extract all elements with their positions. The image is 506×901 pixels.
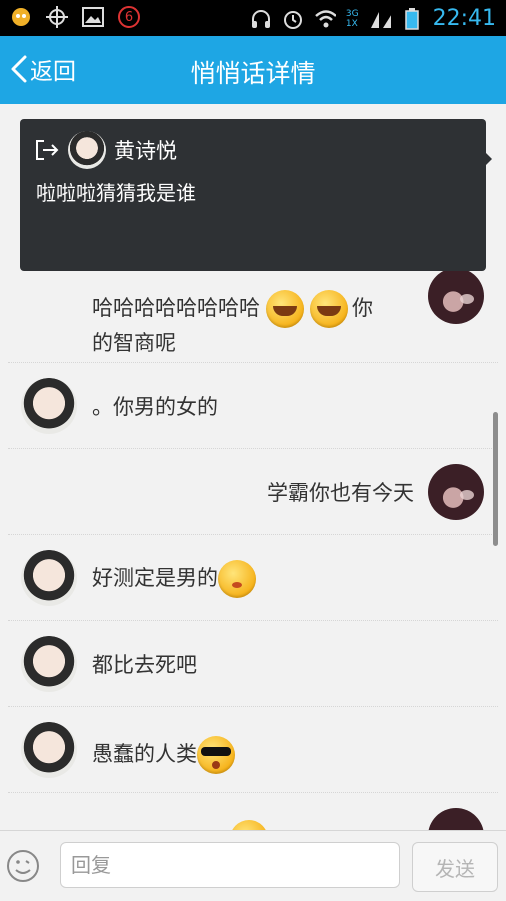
crying-laughing-emoji-icon [310,290,348,328]
wifi-icon [314,8,336,30]
message-row[interactable]: 愚蠢的人类 [8,708,498,793]
notification-badge: 6 [118,6,140,28]
app-header: 返回 悄悄话详情 [0,36,506,104]
whisper-message: 啦啦啦猜猜我是谁 [36,181,196,205]
avatar[interactable] [21,378,77,434]
network-indicator: 3G 1X [345,8,359,29]
composer-bar: 发送 [0,830,506,901]
sender-avatar [68,131,106,169]
status-bar: 6 3G 1X 22:41 [0,0,506,36]
message-row[interactable]: 。你男的女的 [8,364,498,449]
message-row[interactable]: 学霸你也有今天 [8,450,498,535]
message-row[interactable] [8,794,498,830]
avatar[interactable] [21,636,77,692]
signal-icon [369,8,391,30]
page-title: 悄悄话详情 [190,59,316,88]
emoji-icon [230,820,268,830]
exit-icon [36,140,59,160]
message-text: 都比去死吧 [92,653,197,677]
message-row[interactable]: 好测定是男的 [8,536,498,621]
alarm-icon [282,8,304,30]
message-text: 。你男的女的 [92,395,218,419]
app-icon [10,6,32,28]
message-text: 愚蠢的人类 [92,736,235,774]
message-text: 哈哈哈哈哈哈哈哈你 的智商呢 [92,290,412,358]
battery-icon [401,7,423,30]
sender-name: 黄诗悦 [114,139,177,163]
kiss-emoji-icon [218,560,256,598]
clock: 22:41 [432,6,496,31]
crying-laughing-emoji-icon [266,290,304,328]
avatar[interactable] [21,722,77,778]
message-text: 好测定是男的 [92,560,256,598]
headset-icon [250,8,272,30]
gallery-icon [82,6,104,28]
reply-input[interactable] [60,842,400,888]
location-icon [46,6,68,28]
avatar[interactable] [428,464,484,520]
avatar[interactable] [428,268,484,324]
avatar[interactable] [21,550,77,606]
emoji-picker-icon[interactable] [6,849,40,883]
whisper-popup[interactable]: 黄诗悦 啦啦啦猜猜我是谁 [20,119,492,271]
message-text: 学霸你也有今天 [267,481,414,505]
send-button[interactable]: 发送 [412,842,498,892]
avatar[interactable] [428,808,484,830]
scrollbar[interactable] [493,412,498,546]
sunglasses-emoji-icon [197,736,235,774]
message-row[interactable]: 都比去死吧 [8,622,498,707]
